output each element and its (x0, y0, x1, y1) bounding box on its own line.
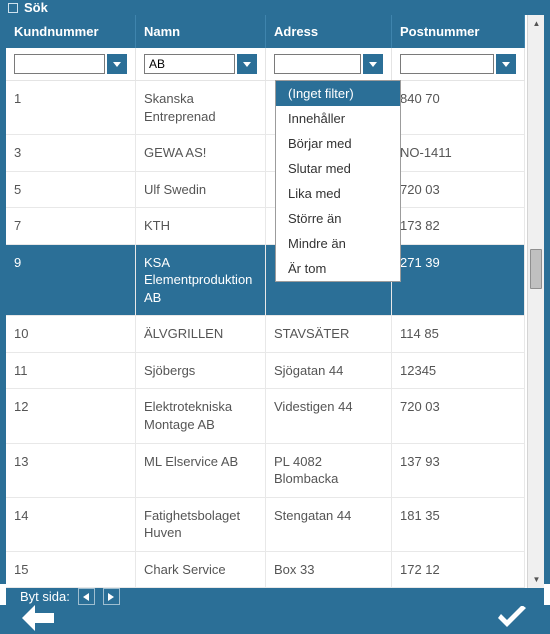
window-title: Sök (24, 0, 48, 15)
filter-postnummer-input[interactable] (400, 54, 494, 74)
table-body: 1Skanska Entreprenad 840 70 3GEWA AS! NO-14… (6, 81, 527, 588)
titlebar: Sök (0, 0, 550, 15)
filter-postnummer-dropdown-button[interactable] (496, 54, 516, 74)
filter-option[interactable]: Slutar med (276, 156, 400, 181)
filter-option[interactable]: Innehåller (276, 106, 400, 131)
scroll-down-arrow[interactable]: ▼ (528, 571, 544, 588)
cell-post: 840 70 (392, 81, 525, 135)
filter-option[interactable]: (Inget filter) (276, 81, 400, 106)
cell-id: 7 (6, 208, 136, 245)
cell-adress: Sjögatan 44 (266, 353, 392, 390)
chevron-down-icon (243, 62, 251, 67)
arrow-left-icon (22, 605, 54, 631)
cell-post: 114 85 (392, 316, 525, 353)
cell-adress: Box 33 (266, 552, 392, 589)
check-icon (496, 606, 528, 630)
filter-namn-dropdown-button[interactable] (237, 54, 257, 74)
col-adress[interactable]: Adress (266, 15, 392, 48)
cell-post: 720 03 (392, 389, 525, 443)
column-headers: Kundnummer Namn Adress Postnummer (6, 15, 527, 48)
cell-post: 173 82 (392, 208, 525, 245)
cell-adress: PL 4082 Blombacka (266, 444, 392, 498)
cell-namn: Skanska Entreprenad (136, 81, 266, 135)
table-row[interactable]: 3GEWA AS! NO-1411 (6, 135, 527, 172)
cell-id: 13 (6, 444, 136, 498)
cell-namn: Ulf Swedin (136, 172, 266, 209)
col-postnummer[interactable]: Postnummer (392, 15, 525, 48)
pager-prev-button[interactable] (78, 588, 95, 605)
scroll-up-arrow[interactable]: ▲ (528, 15, 544, 32)
footer (0, 605, 550, 634)
data-grid: Kundnummer Namn Adress Postnummer (6, 15, 527, 588)
table-row[interactable]: 15Chark ServiceBox 33172 12 (6, 552, 527, 589)
table-row[interactable]: 7KTH 173 82 (6, 208, 527, 245)
cell-namn: ML Elservice AB (136, 444, 266, 498)
cell-post: 172 12 (392, 552, 525, 589)
cell-id: 14 (6, 498, 136, 552)
search-window: Sök Kundnummer Namn Adress Postnummer (0, 0, 550, 584)
cell-post: 720 03 (392, 172, 525, 209)
table-row[interactable]: 11SjöbergsSjögatan 4412345 (6, 353, 527, 390)
pager-next-button[interactable] (103, 588, 120, 605)
filter-option[interactable]: Lika med (276, 181, 400, 206)
cell-post: NO-1411 (392, 135, 525, 172)
col-kundnummer[interactable]: Kundnummer (6, 15, 136, 48)
cell-id: 5 (6, 172, 136, 209)
cell-id: 11 (6, 353, 136, 390)
filter-option[interactable]: Är tom (276, 256, 400, 281)
pager-label: Byt sida: (20, 589, 70, 604)
filter-kundnummer-input[interactable] (14, 54, 105, 74)
filter-option[interactable]: Större än (276, 206, 400, 231)
cell-post: 181 35 (392, 498, 525, 552)
pager-bar: Byt sida: (6, 588, 544, 605)
vertical-scrollbar[interactable]: ▲ ▼ (527, 15, 544, 588)
table-row[interactable]: 10ÄLVGRILLENSTAVSÄTER114 85 (6, 316, 527, 353)
filter-type-dropdown: (Inget filter)InnehållerBörjar medSlutar… (275, 80, 401, 282)
cell-namn: KTH (136, 208, 266, 245)
cell-namn: KSA Elementproduktion AB (136, 245, 266, 317)
back-button[interactable] (22, 605, 54, 634)
chevron-down-icon (369, 62, 377, 67)
filter-option[interactable]: Börjar med (276, 131, 400, 156)
col-namn[interactable]: Namn (136, 15, 266, 48)
confirm-button[interactable] (496, 606, 528, 633)
content: Kundnummer Namn Adress Postnummer (6, 15, 544, 588)
cell-adress: Stengatan 44 (266, 498, 392, 552)
table-row[interactable]: 1Skanska Entreprenad 840 70 (6, 81, 527, 135)
cell-namn: GEWA AS! (136, 135, 266, 172)
cell-id: 9 (6, 245, 136, 317)
cell-adress: STAVSÄTER (266, 316, 392, 353)
table-row[interactable]: 12Elektrotekniska Montage ABVidestigen 4… (6, 389, 527, 443)
chevron-down-icon (502, 62, 510, 67)
filter-adress-dropdown-button[interactable] (363, 54, 383, 74)
scrollbar-thumb[interactable] (530, 249, 542, 289)
filter-row (6, 48, 527, 81)
cell-namn: Sjöbergs (136, 353, 266, 390)
cell-id: 10 (6, 316, 136, 353)
cell-namn: ÄLVGRILLEN (136, 316, 266, 353)
filter-namn-input[interactable] (144, 54, 235, 74)
cell-post: 271 39 (392, 245, 525, 317)
cell-id: 12 (6, 389, 136, 443)
filter-adress-input[interactable] (274, 54, 361, 74)
cell-id: 3 (6, 135, 136, 172)
cell-post: 12345 (392, 353, 525, 390)
table-row[interactable]: 14Fatighetsbolaget HuvenStengatan 44181 … (6, 498, 527, 552)
window-icon (8, 3, 18, 13)
filter-kundnummer-dropdown-button[interactable] (107, 54, 127, 74)
chevron-left-icon (83, 593, 89, 601)
table-row[interactable]: 5Ulf Swedin 720 03 (6, 172, 527, 209)
cell-namn: Chark Service (136, 552, 266, 589)
cell-id: 1 (6, 81, 136, 135)
chevron-right-icon (108, 593, 114, 601)
cell-post: 137 93 (392, 444, 525, 498)
table-row[interactable]: 13ML Elservice ABPL 4082 Blombacka137 93 (6, 444, 527, 498)
cell-namn: Fatighetsbolaget Huven (136, 498, 266, 552)
filter-option[interactable]: Mindre än (276, 231, 400, 256)
cell-namn: Elektrotekniska Montage AB (136, 389, 266, 443)
cell-adress: Videstigen 44 (266, 389, 392, 443)
table-row[interactable]: 9KSA Elementproduktion AB 271 39 (6, 245, 527, 317)
cell-id: 15 (6, 552, 136, 589)
chevron-down-icon (113, 62, 121, 67)
